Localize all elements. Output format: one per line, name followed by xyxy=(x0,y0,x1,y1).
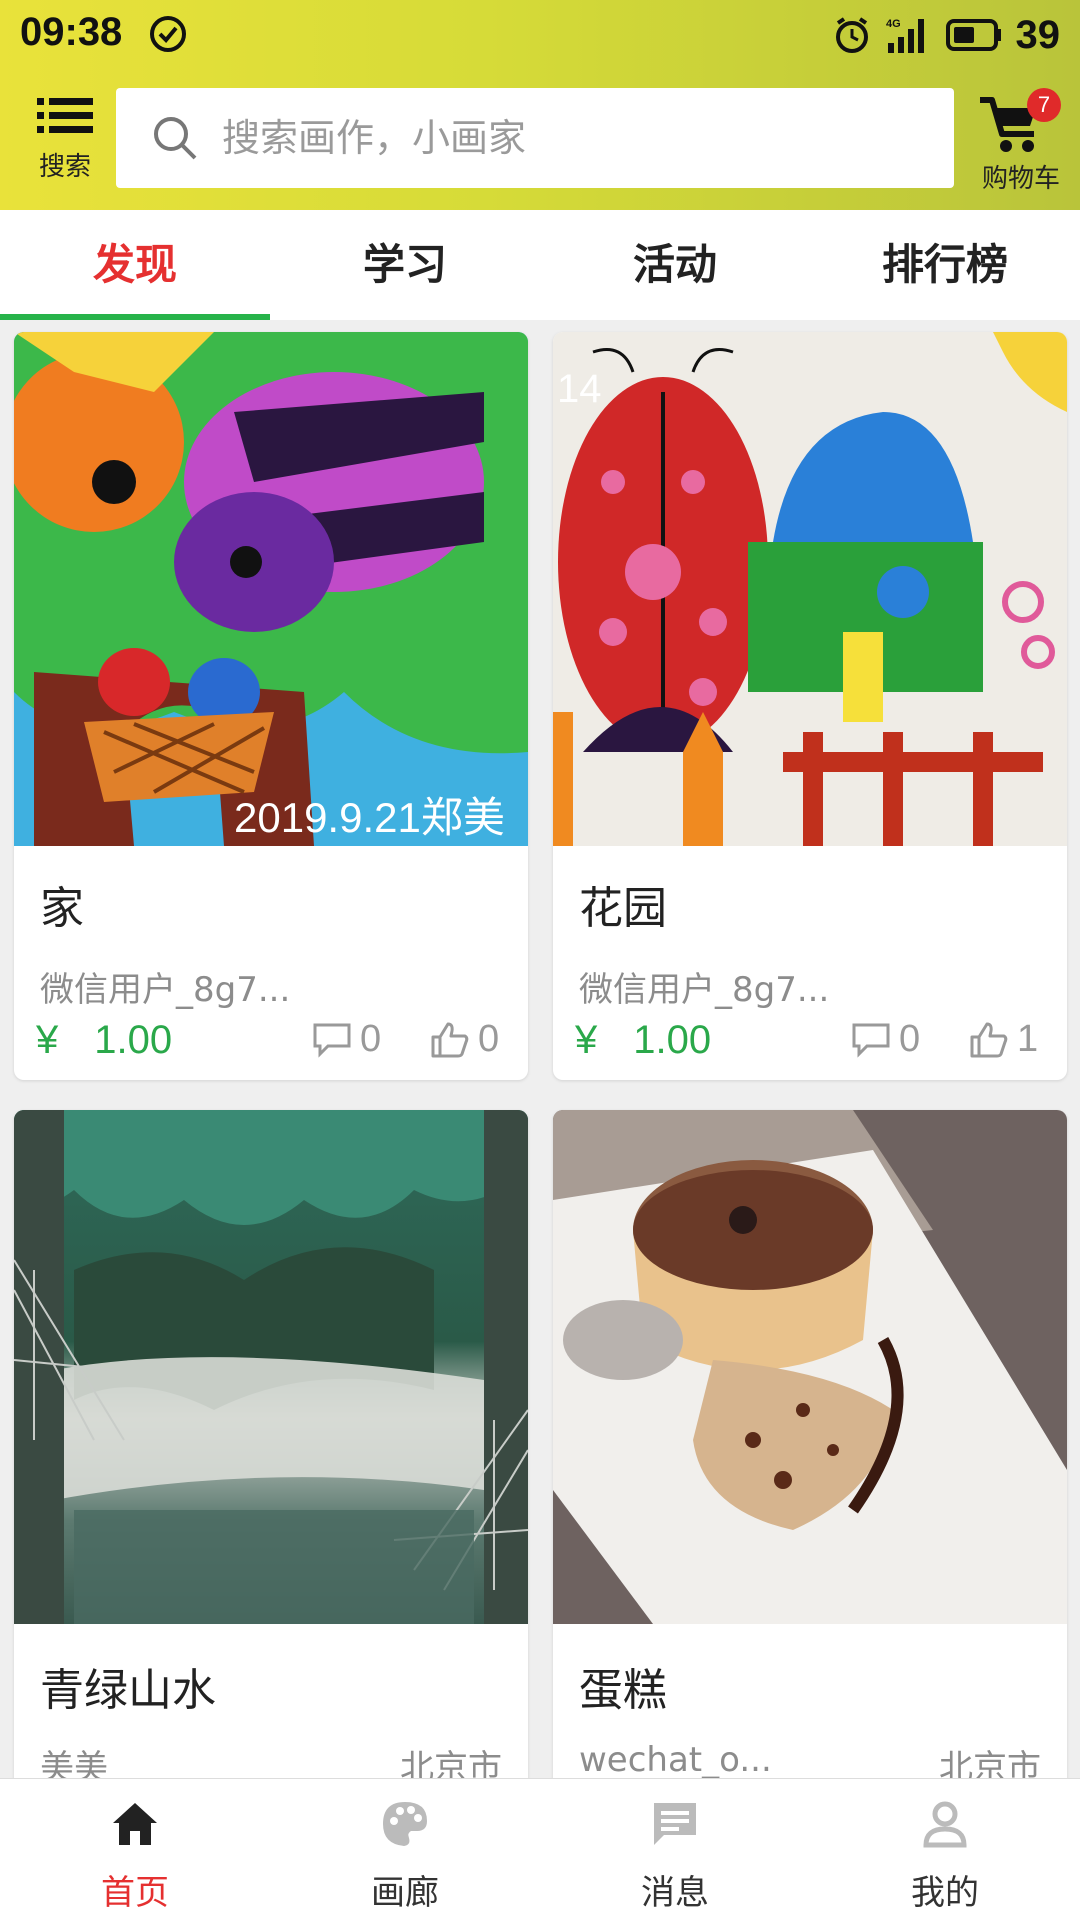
thumbs-up-icon xyxy=(970,1022,1008,1057)
artwork-title: 家 xyxy=(40,883,84,934)
palette-icon xyxy=(383,1802,427,1846)
nav-profile-label: 我的 xyxy=(911,1873,979,1913)
comment-count[interactable]: 0 xyxy=(851,1018,920,1061)
status-time: 09:38 xyxy=(20,10,123,54)
like-count[interactable]: 0 xyxy=(430,1018,499,1061)
nav-home-label: 首页 xyxy=(101,1873,169,1913)
tab-activities[interactable]: 活动 xyxy=(540,210,810,320)
nav-messages-label: 消息 xyxy=(641,1873,709,1913)
nav-gallery[interactable]: 画廊 xyxy=(270,1779,540,1920)
nav-messages[interactable]: 消息 xyxy=(540,1779,810,1920)
battery-level: 39 xyxy=(1015,12,1061,57)
thumbs-up-icon xyxy=(431,1022,469,1057)
artist-name: wechat_o... xyxy=(579,1740,772,1778)
bottom-navigation: 首页 画廊 消息 我的 xyxy=(0,1778,1080,1920)
nav-profile[interactable]: 我的 xyxy=(810,1779,1080,1920)
artwork-card[interactable]: 2019.9.21郑美 家 微信用户_8g7... ¥1.00 0 0 xyxy=(14,332,528,1080)
artwork-image[interactable] xyxy=(14,1110,528,1624)
artwork-watermark: 14 xyxy=(557,367,602,411)
comment-icon xyxy=(313,1023,351,1058)
currency-symbol: ¥ xyxy=(36,1018,59,1062)
cart-count-badge: 7 xyxy=(1027,88,1061,122)
battery-icon xyxy=(945,19,1001,51)
status-bar: 09:38 4G 39 xyxy=(0,0,1080,70)
comment-icon xyxy=(852,1023,890,1058)
artwork-image[interactable]: 2019.9.21郑美 xyxy=(14,332,528,846)
check-circle-icon xyxy=(150,16,186,52)
price-value: 1.00 xyxy=(94,1018,173,1062)
artwork-price: ¥1.00 xyxy=(575,1018,711,1063)
home-icon xyxy=(113,1803,157,1845)
menu-label: 搜索 xyxy=(38,152,91,182)
cart-label: 购物车 xyxy=(981,164,1060,194)
tab-discover[interactable]: 发现 xyxy=(0,210,270,320)
search-bar[interactable] xyxy=(116,88,954,188)
artist-city: 北京市 xyxy=(939,1748,1041,1778)
artwork-image[interactable] xyxy=(553,1110,1067,1624)
signal-icon: 4G xyxy=(886,18,924,53)
artist-name: 美美 xyxy=(40,1748,108,1778)
status-icons: 4G 39 xyxy=(832,10,1061,60)
search-icon xyxy=(154,117,197,160)
artist-name: 微信用户_8g7... xyxy=(579,970,830,1010)
cart-button[interactable]: 7 购物车 xyxy=(966,86,1076,196)
menu-button[interactable]: 搜索 xyxy=(30,96,100,192)
artwork-watermark: 2019.9.21郑美 xyxy=(234,794,505,841)
price-value: 1.00 xyxy=(633,1018,712,1062)
list-menu-icon xyxy=(37,98,93,133)
nav-gallery-label: 画廊 xyxy=(371,1873,439,1913)
artwork-price: ¥1.00 xyxy=(36,1018,172,1063)
artwork-image[interactable]: 14 xyxy=(553,332,1067,846)
comment-count[interactable]: 0 xyxy=(312,1018,381,1061)
like-count-value: 0 xyxy=(478,1018,500,1060)
artwork-card[interactable]: 蛋糕 wechat_o... 北京市 xyxy=(553,1110,1067,1778)
like-count[interactable]: 1 xyxy=(969,1018,1038,1061)
artwork-card[interactable]: 青绿山水 美美 北京市 xyxy=(14,1110,528,1778)
nav-home[interactable]: 首页 xyxy=(0,1779,270,1920)
artwork-card[interactable]: 14 花园 微信用户_8g7... ¥1.00 0 1 xyxy=(553,332,1067,1080)
tab-learn[interactable]: 学习 xyxy=(270,210,540,320)
comment-count-value: 0 xyxy=(899,1018,921,1060)
artwork-feed: 2019.9.21郑美 家 微信用户_8g7... ¥1.00 0 0 14 花… xyxy=(0,320,1080,1778)
artwork-title: 花园 xyxy=(579,883,667,934)
tab-ranking[interactable]: 排行榜 xyxy=(810,210,1080,320)
artist-city: 北京市 xyxy=(400,1748,502,1778)
alarm-icon xyxy=(835,17,868,53)
profile-icon xyxy=(923,1801,967,1848)
artist-name: 微信用户_8g7... xyxy=(40,970,291,1010)
artwork-title: 青绿山水 xyxy=(40,1665,216,1716)
comment-count-value: 0 xyxy=(360,1018,382,1060)
like-count-value: 1 xyxy=(1017,1018,1039,1060)
category-tabs: 发现 学习 活动 排行榜 xyxy=(0,210,1080,320)
app-header: 09:38 4G 39 搜索 搜索画作，小画家 7 购物车 xyxy=(0,0,1080,210)
network-type-label: 4G xyxy=(886,18,901,30)
artwork-title: 蛋糕 xyxy=(579,1665,667,1716)
message-icon xyxy=(654,1803,696,1845)
search-input[interactable] xyxy=(222,116,902,160)
currency-symbol: ¥ xyxy=(575,1018,598,1062)
